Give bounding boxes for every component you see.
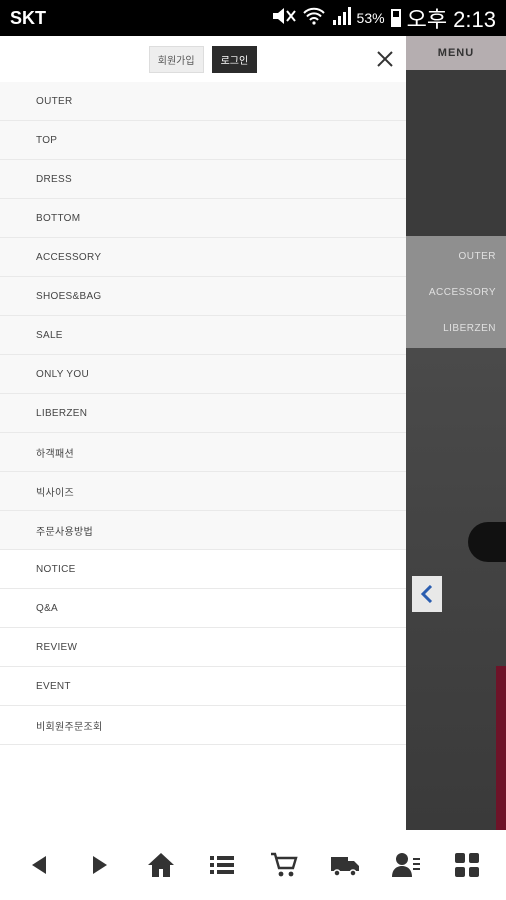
cart-icon [270,852,298,877]
menu-item-top[interactable]: TOP [0,121,406,160]
background-category-liberzen[interactable]: LIBERZEN [406,323,506,334]
login-button[interactable]: 로그인 [211,45,258,73]
home-button[interactable] [143,847,179,883]
status-bar: SKT 53% 오후 2:13 [0,0,506,36]
menu-item-only-you[interactable]: ONLY YOU [0,355,406,394]
menu-item-guest-fashion[interactable]: 하객패션 [0,433,406,472]
menu-item-accessory[interactable]: ACCESSORY [0,238,406,277]
cart-button[interactable] [266,847,302,883]
menu-item-event[interactable]: EVENT [0,667,406,706]
menu-item-shoes-bag[interactable]: SHOES&BAG [0,277,406,316]
background-header: MENU [406,36,506,70]
bottom-nav-bar [0,830,506,900]
more-menu-button[interactable] [449,847,485,883]
my-page-button[interactable] [388,847,424,883]
menu-item-qna[interactable]: Q&A [0,589,406,628]
background-page: MENU OUTER ACCESSORY LIBERZEN [406,36,506,830]
close-icon [377,51,393,67]
background-banner-dress [496,666,506,830]
back-icon [31,856,46,874]
menu-item-big-size[interactable]: 빅사이즈 [0,472,406,511]
status-indicators: 53% 오후 2:13 [271,2,496,34]
truck-icon [330,857,359,877]
menu-item-liberzen[interactable]: LIBERZEN [0,394,406,433]
battery-icon [390,9,401,27]
menu-item-sale[interactable]: SALE [0,316,406,355]
grid-icon [455,853,480,877]
list-icon [210,856,235,874]
forward-button[interactable] [82,847,118,883]
background-banner-shoe [468,522,506,562]
drawer-header: 회원가입 로그인 [0,36,406,82]
close-button[interactable] [374,48,396,70]
background-category-outer[interactable]: OUTER [406,251,506,262]
background-category-accessory[interactable]: ACCESSORY [406,287,506,298]
menu-item-dress[interactable]: DRESS [0,160,406,199]
join-button[interactable]: 회원가입 [148,45,204,73]
side-drawer: 회원가입 로그인 OUTER TOP DRESS BOTTOM ACCESSOR… [0,36,406,830]
user-icon [392,853,421,877]
wifi-icon [302,7,325,30]
category-menu: OUTER TOP DRESS BOTTOM ACCESSORY SHOES&B… [0,82,406,745]
carrier-label: SKT [10,7,46,28]
category-list-button[interactable] [204,847,240,883]
menu-item-order-guide[interactable]: 주문사용방법 [0,511,406,550]
menu-item-outer[interactable]: OUTER [0,82,406,121]
home-icon [148,853,175,877]
delivery-button[interactable] [327,847,363,883]
signal-icon [331,6,351,30]
menu-item-review[interactable]: REVIEW [0,628,406,667]
menu-item-guest-order-lookup[interactable]: 비회원주문조회 [0,706,406,745]
menu-item-bottom[interactable]: BOTTOM [0,199,406,238]
battery-percentage: 53% [356,10,385,26]
chevron-left-icon [420,585,433,603]
back-button[interactable] [21,847,57,883]
banner-prev-button[interactable] [412,576,442,612]
background-menu-label[interactable]: MENU [438,47,474,59]
forward-icon [92,856,107,874]
clock: 오후 2:13 [406,7,496,32]
menu-item-notice[interactable]: NOTICE [0,550,406,589]
mute-icon [271,7,297,30]
